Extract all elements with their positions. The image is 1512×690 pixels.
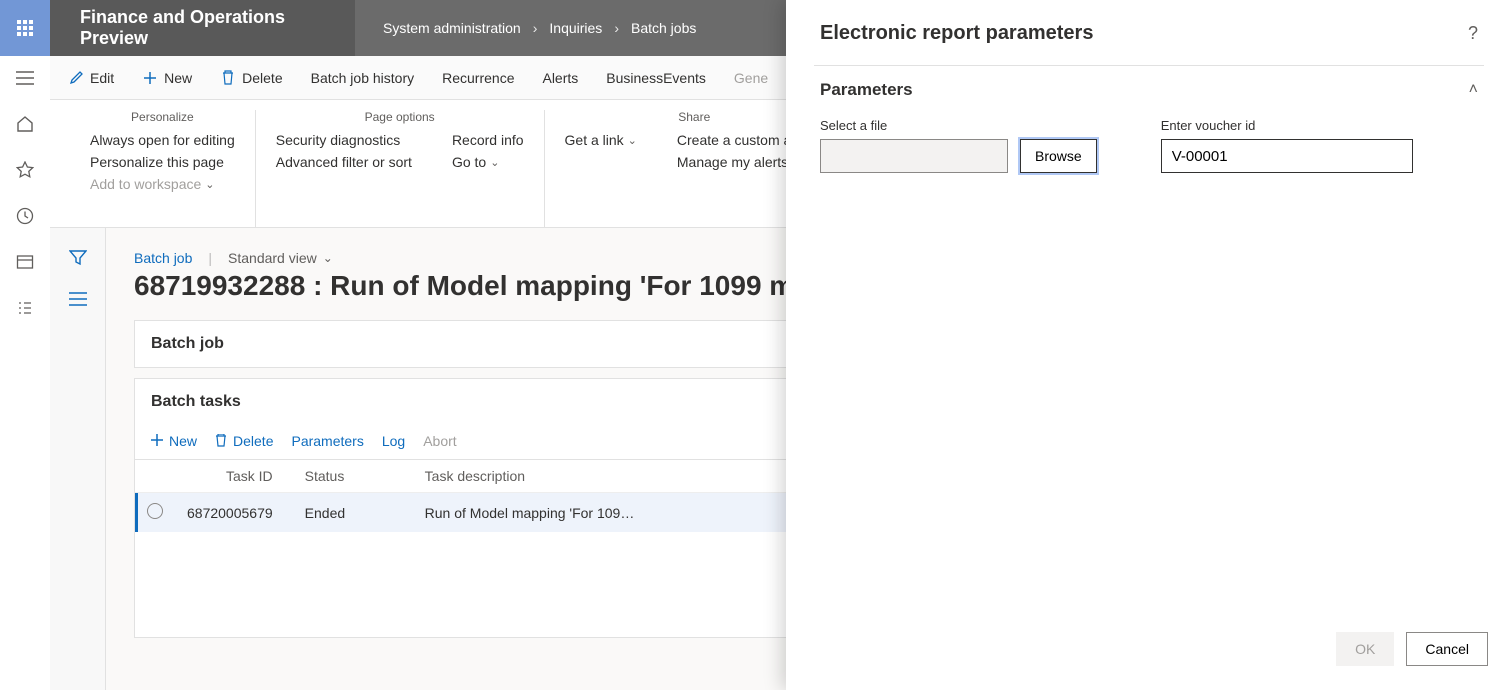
plus-icon [151,434,165,448]
recurrence-button[interactable]: Recurrence [442,70,514,86]
new-button[interactable]: New [142,70,192,86]
chevron-right-icon: › [533,20,538,36]
always-open-link[interactable]: Always open for editing [90,132,235,148]
task-parameters-button[interactable]: Parameters [291,433,363,449]
chevron-down-icon: ⌄ [205,178,214,191]
page-options-group: Page options Security diagnostics Advanc… [256,110,545,227]
brand-title: Finance and Operations Preview [50,0,355,56]
personalize-page-link[interactable]: Personalize this page [90,154,235,170]
browse-button[interactable]: Browse [1020,139,1097,173]
modules-icon[interactable] [15,298,35,318]
chevron-right-icon: › [614,20,619,36]
chevron-down-icon: ⌄ [323,251,333,265]
link-label: Go to [452,154,486,170]
chevron-down-icon: ⌄ [628,134,637,147]
app-launcher-button[interactable] [0,0,50,56]
cmd-label: Edit [90,70,114,86]
voucher-id-input[interactable] [1161,139,1413,173]
link-label: Add to workspace [90,176,201,192]
delete-button[interactable]: Delete [220,70,282,86]
add-to-workspace-link[interactable]: Add to workspace ⌄ [90,176,235,192]
parameters-section-header[interactable]: Parameters ˄ [786,66,1512,108]
home-icon[interactable] [15,114,35,134]
view-label: Standard view [228,250,317,266]
chevron-down-icon: ⌄ [490,156,499,169]
breadcrumb-item[interactable]: Inquiries [549,20,602,36]
voucher-id-field: Enter voucher id [1161,118,1413,173]
left-nav-rail [0,56,50,690]
pencil-icon [68,70,84,86]
separator: | [208,250,212,266]
cmd-label: Recurrence [442,70,514,86]
ok-button: OK [1336,632,1394,666]
panel-title: Electronic report parameters [820,22,1093,45]
parameters-body: Select a file Browse Enter voucher id [786,108,1512,183]
panel-footer: OK Cancel [786,616,1512,690]
hamburger-icon[interactable] [15,68,35,88]
business-events-button[interactable]: BusinessEvents [606,70,706,86]
link-label: Get a link [565,132,624,148]
group-title: Page options [276,110,524,124]
cmd-label: Alerts [542,70,578,86]
cmd-label: New [164,70,192,86]
btn-label: Delete [233,433,273,449]
btn-label: New [169,433,197,449]
waffle-icon [17,20,33,36]
cell-task-id: 68720005679 [175,493,293,533]
task-new-button[interactable]: New [151,433,197,449]
task-delete-button[interactable]: Delete [215,433,273,449]
cmd-label: Batch job history [311,70,415,86]
workspace-icon[interactable] [15,252,35,272]
cmd-label: Delete [242,70,282,86]
get-link-link[interactable]: Get a link ⌄ [565,132,637,148]
record-info-link[interactable]: Record info [452,132,524,148]
cell-status: Ended [293,493,413,533]
col-status[interactable]: Status [293,460,413,493]
list-view-icon[interactable] [69,292,87,310]
cmd-label: Gene [734,70,768,86]
plus-icon [142,70,158,86]
cmd-label: BusinessEvents [606,70,706,86]
recent-icon[interactable] [15,206,35,226]
help-icon[interactable]: ? [1468,23,1478,44]
group-title: Personalize [90,110,235,124]
section-title: Parameters [820,80,913,100]
alerts-button[interactable]: Alerts [542,70,578,86]
personalize-group: Personalize Always open for editing Pers… [70,110,256,227]
cancel-button[interactable]: Cancel [1406,632,1488,666]
star-icon[interactable] [15,160,35,180]
chevron-up-icon: ˄ [1469,81,1478,99]
field-label: Enter voucher id [1161,118,1413,133]
edit-button[interactable]: Edit [68,70,114,86]
view-selector[interactable]: Standard view ⌄ [228,250,333,266]
filter-icon[interactable] [69,250,87,268]
row-selector[interactable] [147,503,163,519]
field-label: Select a file [820,118,1097,133]
advanced-filter-link[interactable]: Advanced filter or sort [276,154,412,170]
file-path-display [820,139,1008,173]
batch-history-button[interactable]: Batch job history [311,70,415,86]
col-task-id[interactable]: Task ID [175,460,293,493]
module-link[interactable]: Batch job [134,250,192,266]
task-abort-button: Abort [423,433,456,449]
breadcrumb-item[interactable]: System administration [383,20,521,36]
task-log-button[interactable]: Log [382,433,405,449]
trash-icon [215,434,229,448]
select-file-field: Select a file Browse [820,118,1097,173]
parameters-slideout: Electronic report parameters ? Parameter… [786,0,1512,690]
filter-rail [50,228,106,690]
security-diagnostics-link[interactable]: Security diagnostics [276,132,412,148]
breadcrumb-item[interactable]: Batch jobs [631,20,696,36]
trash-icon [220,70,236,86]
go-to-link[interactable]: Go to ⌄ [452,154,524,170]
generate-button-truncated[interactable]: Gene [734,70,768,86]
